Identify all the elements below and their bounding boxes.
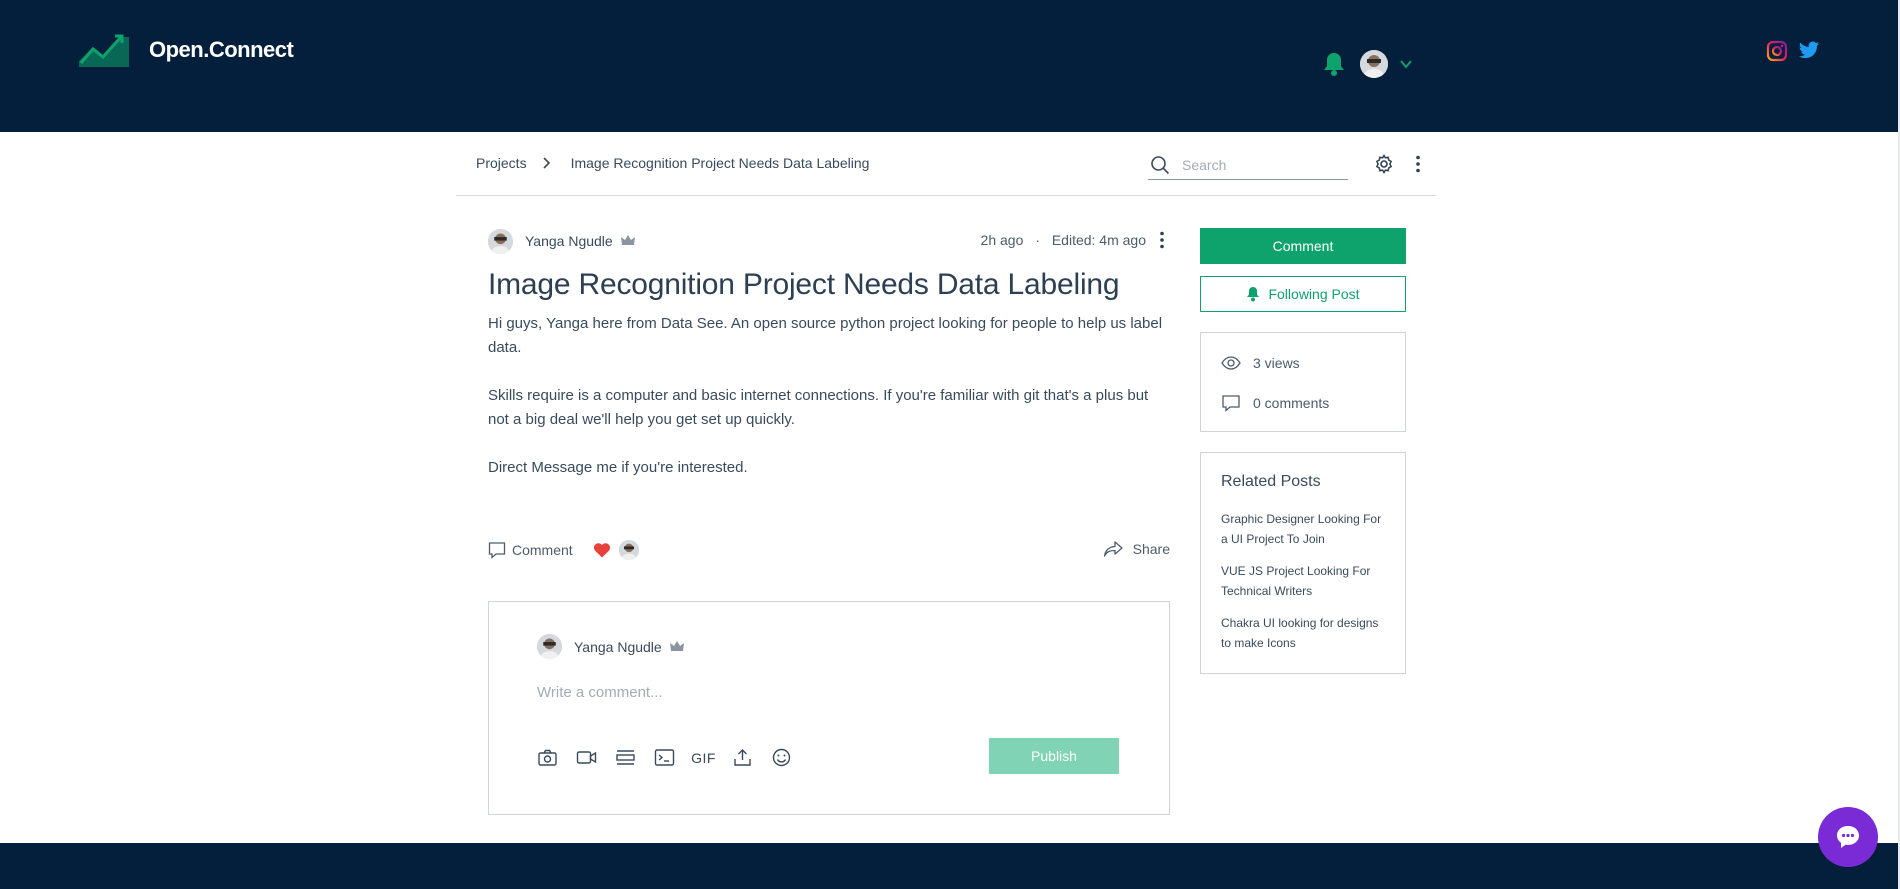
emoji-icon[interactable]: [771, 747, 792, 768]
heart-icon[interactable]: [593, 542, 611, 558]
post-actions: Comment Share: [488, 538, 1170, 562]
time-separator: ·: [1035, 232, 1040, 248]
site-header: Open.Connect: [0, 0, 1900, 132]
site-logo[interactable]: Open.Connect: [79, 33, 294, 67]
share-label: Share: [1132, 541, 1170, 557]
avatar[interactable]: [1360, 50, 1388, 78]
publish-button[interactable]: Publish: [989, 738, 1119, 774]
post-timestamps: 2h ago · Edited: 4m ago: [981, 232, 1146, 248]
header-user-area: [1322, 50, 1414, 78]
breadcrumb: Projects Image Recognition Project Needs…: [476, 155, 869, 171]
chevron-right-icon: [543, 157, 550, 169]
comment-composer: Yanga Ngudle GIF Publish: [488, 601, 1170, 815]
related-post-link[interactable]: VUE JS Project Looking For Technical Wri…: [1221, 561, 1385, 601]
site-footer: [0, 843, 1900, 889]
forum-subnav: Projects Image Recognition Project Needs…: [456, 132, 1436, 196]
post-paragraph: Direct Message me if you're interested.: [488, 459, 748, 476]
views-stat: 3 views: [1221, 353, 1385, 373]
post-paragraph: Skills require is a computer and basic i…: [488, 387, 1149, 428]
comment-action-label[interactable]: Comment: [512, 542, 573, 558]
composer-toolbar: GIF: [537, 747, 792, 768]
upload-icon[interactable]: [732, 747, 753, 768]
gif-label: GIF: [691, 749, 716, 766]
related-post-link[interactable]: Chakra UI looking for designs to make Ic…: [1221, 613, 1385, 653]
trend-chart-logo-icon: [79, 34, 129, 67]
breadcrumb-projects[interactable]: Projects: [476, 155, 527, 171]
related-posts-title: Related Posts: [1221, 473, 1321, 490]
comment-input[interactable]: [537, 684, 1097, 701]
comments-stat: 0 comments: [1221, 393, 1385, 413]
instagram-icon[interactable]: [1766, 40, 1788, 62]
comments-count: 0 comments: [1253, 395, 1330, 411]
avatar[interactable]: [537, 634, 562, 659]
comment-icon: [1222, 395, 1240, 412]
views-count: 3 views: [1253, 355, 1300, 371]
eye-icon: [1221, 356, 1241, 370]
post-paragraph: Hi guys, Yanga here from Data See. An op…: [488, 315, 1163, 356]
avatar[interactable]: [488, 228, 513, 254]
gif-icon[interactable]: GIF: [691, 747, 716, 768]
crown-icon: [669, 640, 684, 651]
chat-bubble-icon: [1837, 826, 1859, 848]
post-stats: 3 views 0 comments: [1200, 332, 1406, 432]
post: Yanga Ngudle 2h ago · Edited: 4m ago Ima…: [488, 226, 1170, 504]
kebab-icon[interactable]: [1408, 154, 1428, 174]
following-post-label: Following Post: [1268, 286, 1360, 302]
composer-author: Yanga Ngudle: [537, 634, 684, 659]
social-links: [1766, 40, 1820, 62]
share-icon: [1103, 541, 1123, 557]
post-author[interactable]: Yanga Ngudle: [525, 233, 613, 249]
composer-author-name: Yanga Ngudle: [574, 638, 662, 655]
crown-icon: [620, 235, 635, 245]
search-icon[interactable]: [1150, 155, 1170, 175]
breadcrumb-current[interactable]: Image Recognition Project Needs Data Lab…: [571, 155, 870, 171]
video-icon[interactable]: [576, 747, 597, 768]
comment-button[interactable]: Comment: [1200, 228, 1406, 264]
gear-icon[interactable]: [1374, 154, 1394, 174]
camera-icon[interactable]: [537, 747, 558, 768]
liker-avatar[interactable]: [618, 540, 639, 560]
search-input[interactable]: [1182, 156, 1342, 173]
posted-time: 2h ago: [980, 232, 1024, 248]
code-block-icon[interactable]: [654, 747, 675, 768]
related-post-link[interactable]: Graphic Designer Looking For a UI Projec…: [1221, 509, 1385, 549]
post-sidebar: Comment Following Post 3 views 0 comment…: [1200, 228, 1406, 674]
bell-icon[interactable]: [1322, 51, 1346, 77]
post-meta: Yanga Ngudle 2h ago · Edited: 4m ago: [488, 226, 1170, 256]
chevron-down-icon[interactable]: [1398, 56, 1414, 72]
brand-name: Open.Connect: [149, 37, 294, 62]
comment-icon[interactable]: [488, 541, 506, 559]
twitter-icon[interactable]: [1798, 40, 1820, 62]
post-title: Image Recognition Project Needs Data Lab…: [488, 268, 1120, 301]
following-post-button[interactable]: Following Post: [1200, 276, 1406, 312]
divider-icon[interactable]: [615, 747, 636, 768]
post-body: Hi guys, Yanga here from Data See. An op…: [488, 312, 1170, 480]
chat-button[interactable]: [1818, 807, 1878, 867]
bell-icon: [1247, 287, 1260, 302]
post-more-icon[interactable]: [1152, 230, 1172, 250]
share-button[interactable]: Share: [1103, 540, 1170, 558]
edited-time: Edited: 4m ago: [1051, 232, 1146, 248]
related-posts: Related Posts Graphic Designer Looking F…: [1200, 452, 1406, 674]
search-bar: [1148, 150, 1348, 180]
